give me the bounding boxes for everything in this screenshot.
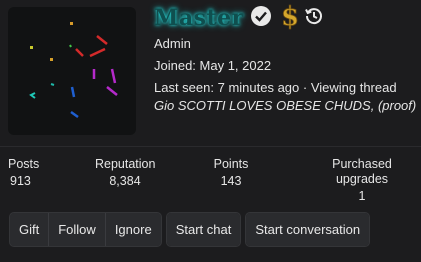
start-conversation-button[interactable]: Start conversation: [246, 213, 370, 246]
profile-actions: Gift Follow Ignore Start chat Start conv…: [9, 212, 371, 247]
stat-label: Purchased upgrades: [332, 157, 392, 186]
stat-value: 1: [358, 189, 366, 203]
verified-check-icon: [250, 5, 272, 32]
follow-button[interactable]: Follow: [48, 213, 105, 246]
avatar[interactable]: [8, 7, 136, 135]
dollar-sign-icon: $: [280, 1, 300, 35]
avatar-image: [29, 22, 118, 119]
stat-value: 913: [10, 174, 31, 188]
joined-date: Joined: May 1, 2022: [154, 58, 272, 73]
gift-button[interactable]: Gift: [10, 213, 49, 246]
profile-header: Master $ Admin Joined: May 1, 2022 Last …: [0, 0, 421, 146]
stat-value: 143: [220, 174, 242, 188]
stat-points[interactable]: Points 143: [211, 157, 251, 189]
last-seen: Last seen: 7 minutes ago · Viewing threa…: [154, 79, 418, 115]
stat-label: Reputation: [95, 157, 156, 171]
username[interactable]: Master: [154, 5, 244, 31]
ignore-button[interactable]: Ignore: [104, 213, 161, 246]
conversation-group: Start conversation: [245, 212, 371, 247]
stat-reputation[interactable]: Reputation 8,384: [95, 157, 155, 189]
stat-posts[interactable]: Posts 913: [8, 157, 39, 189]
member-action-group: Gift Follow Ignore: [9, 212, 162, 247]
svg-text:$: $: [281, 2, 299, 30]
name-row: Master $: [154, 1, 324, 35]
chat-group: Start chat: [165, 212, 242, 247]
viewing-thread-link[interactable]: Gio SCOTTI LOVES OBESE CHUDS, (proof): [154, 98, 416, 113]
stat-value: 8,384: [109, 174, 141, 188]
last-seen-prefix: Last seen: 7 minutes ago · Viewing threa…: [154, 80, 397, 95]
stat-purchased-upgrades[interactable]: Purchased upgrades 1: [306, 157, 418, 204]
profile-stats: Posts 913 Reputation 8,384 Points 143 Pu…: [0, 157, 421, 203]
stat-label: Points: [213, 157, 249, 171]
user-title: Admin: [154, 36, 191, 51]
history-icon[interactable]: [304, 6, 324, 31]
divider: [0, 146, 421, 147]
start-chat-button[interactable]: Start chat: [166, 213, 241, 246]
stat-label: Posts: [8, 157, 40, 171]
